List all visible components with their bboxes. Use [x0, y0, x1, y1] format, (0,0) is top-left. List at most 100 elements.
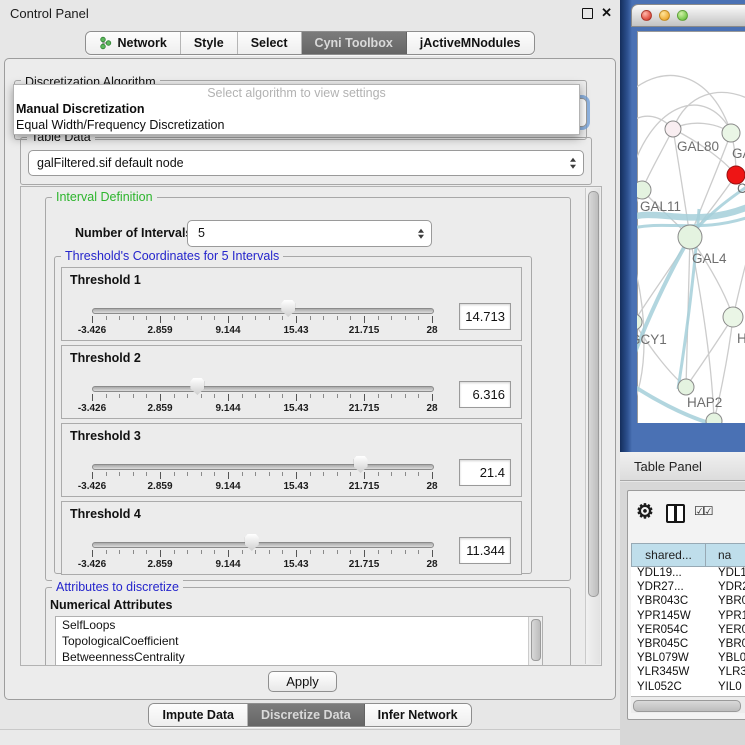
network-window-titlebar[interactable]	[631, 4, 745, 27]
control-panel: Control Panel ✕ Network Style Select Cyn…	[0, 0, 620, 745]
node-label: GAL11	[640, 199, 681, 214]
dropdown-option-manual[interactable]: Manual Discretization	[14, 101, 579, 117]
split-columns-icon[interactable]	[666, 504, 685, 523]
screenshot-root: Control Panel ✕ Network Style Select Cyn…	[0, 0, 745, 745]
tab-cyni-toolbox[interactable]: Cyni Toolbox	[301, 32, 406, 54]
slider-ticks	[92, 394, 433, 402]
slider-tick-labels: -3.4262.8599.14415.4321.71528	[92, 403, 433, 415]
attribute-item[interactable]: BetweennessCentrality	[56, 649, 542, 665]
num-intervals-label: Number of Intervals	[75, 226, 192, 240]
list-scrollbar[interactable]	[528, 617, 542, 666]
table-row[interactable]: YLR345W YLR3	[631, 666, 745, 680]
table-row[interactable]: YER054C YER0	[631, 624, 745, 638]
table-panel-inner: ⚙ ☑☑ shared... na YDL19... YDL1 YDR27...…	[627, 490, 745, 720]
slider-tick-labels: -3.4262.8599.14415.4321.71528	[92, 481, 433, 493]
attributes-group-title: Attributes to discretize	[52, 580, 183, 594]
tab-style[interactable]: Style	[180, 32, 237, 54]
vertical-scrollbar-thumb[interactable]	[588, 191, 599, 597]
threshold-value-field[interactable]	[459, 459, 511, 486]
slider-track[interactable]	[92, 464, 434, 470]
slider-track[interactable]	[92, 386, 434, 392]
network-node[interactable]	[722, 124, 740, 142]
threshold-panel: Threshold 4 -3.4262.8599.14415.4321.7152…	[61, 501, 522, 575]
tab-network[interactable]: Network	[86, 32, 179, 54]
num-intervals-combobox[interactable]: 5	[187, 220, 432, 247]
node-label: HAP2	[687, 395, 722, 410]
table-panel-title: Table Panel	[634, 459, 702, 474]
network-node[interactable]	[637, 314, 642, 330]
column-header-name[interactable]: na	[706, 543, 745, 567]
table-row[interactable]: YDR27... YDR2	[631, 581, 745, 595]
combo-stepper-icon[interactable]	[408, 228, 424, 239]
slider-tick-labels: -3.4262.8599.14415.4321.71528	[92, 559, 433, 571]
threshold-value-field[interactable]	[459, 381, 511, 408]
table-row[interactable]: YBR043C YBR0	[631, 595, 745, 609]
apply-button[interactable]: Apply	[268, 671, 337, 692]
slider-track[interactable]	[92, 542, 434, 548]
network-edge	[637, 75, 729, 127]
network-node[interactable]	[678, 379, 694, 395]
table-panel-header: Table Panel	[620, 452, 745, 481]
network-node[interactable]	[665, 121, 681, 137]
network-node[interactable]	[723, 307, 743, 327]
node-label: GCY1	[637, 332, 667, 347]
tab-jactivemnodules[interactable]: jActiveMNodules	[406, 32, 534, 54]
attribute-item[interactable]: TopologicalCoefficient	[56, 633, 542, 649]
dropdown-option-equal-width[interactable]: Equal Width/Frequency Discretization	[14, 117, 579, 133]
float-window-icon[interactable]	[582, 8, 593, 19]
network-canvas[interactable]: GAL80GACGAL11GAL4GCY1HHAP2	[637, 31, 745, 423]
column-header-shared-name[interactable]: shared...	[631, 543, 706, 567]
slider-thumb[interactable]	[190, 378, 204, 395]
tab-infer-network[interactable]: Infer Network	[364, 704, 471, 726]
tab-impute-data[interactable]: Impute Data	[149, 704, 247, 726]
slider-thumb[interactable]	[245, 534, 259, 551]
network-node[interactable]	[678, 225, 702, 249]
algorithm-dropdown-popup: Select algorithm to view settings Manual…	[13, 84, 580, 135]
network-node[interactable]	[637, 181, 651, 199]
desktop-background: GAL80GACGAL11GAL4GCY1HHAP2	[620, 0, 745, 452]
table-data-combobox[interactable]: galFiltered.sif default node	[28, 150, 584, 176]
node-label: C	[737, 181, 745, 196]
threshold-label: Threshold 1	[70, 273, 141, 287]
node-label: GAL80	[677, 139, 719, 154]
table-row[interactable]: YBR045C YBR0	[631, 638, 745, 652]
network-window: GAL80GACGAL11GAL4GCY1HHAP2	[631, 4, 745, 452]
tab-select[interactable]: Select	[237, 32, 301, 54]
table-row[interactable]: YPR145W YPR1	[631, 610, 745, 624]
footer-strip	[0, 729, 620, 745]
top-tab-group: Network Style Select Cyni Toolbox jActiv…	[85, 31, 534, 55]
horizontal-scrollbar[interactable]	[631, 696, 745, 713]
table-row[interactable]: YIL052C YIL0	[631, 681, 745, 695]
settings-gear-icon[interactable]: ⚙	[636, 499, 654, 524]
settings-scroll-area: Interval Definition Number of Intervals …	[20, 186, 602, 666]
combo-stepper-icon[interactable]	[570, 158, 576, 169]
vertical-scrollbar[interactable]	[585, 188, 600, 664]
bottom-tab-group: Impute Data Discretize Data Infer Networ…	[148, 703, 471, 727]
slider-thumb[interactable]	[354, 456, 368, 473]
attribute-item[interactable]: SelfLoops	[56, 617, 542, 633]
bottom-tabbar: Impute Data Discretize Data Infer Networ…	[0, 703, 620, 727]
tab-discretize-data[interactable]: Discretize Data	[247, 704, 364, 726]
close-traffic-light-icon[interactable]	[641, 10, 652, 21]
numerical-attributes-list[interactable]: SelfLoopsTopologicalCoefficientBetweenne…	[55, 616, 543, 666]
close-icon[interactable]: ✕	[601, 5, 612, 21]
zoom-traffic-light-icon[interactable]	[677, 10, 688, 21]
thresholds-group: Threshold's Coordinates for 5 Intervals …	[54, 256, 532, 574]
horizontal-scrollbar-thumb[interactable]	[633, 700, 741, 712]
slider-thumb[interactable]	[281, 300, 295, 317]
slider-track[interactable]	[92, 308, 434, 314]
table-row[interactable]: YDL19... YDL1	[631, 567, 745, 581]
threshold-value-field[interactable]	[459, 537, 511, 564]
table-data-value: galFiltered.sif default node	[29, 156, 184, 170]
minimize-traffic-light-icon[interactable]	[659, 10, 670, 21]
node-label: GAL4	[692, 251, 727, 266]
threshold-label: Threshold 2	[70, 351, 141, 365]
numerical-attributes-label: Numerical Attributes	[50, 598, 172, 612]
slider-ticks	[92, 550, 433, 558]
select-columns-icon[interactable]: ☑☑	[694, 504, 712, 518]
threshold-value-field[interactable]	[459, 303, 511, 330]
table-row[interactable]: YBL079W YBL0	[631, 652, 745, 666]
table-panel: ⚙ ☑☑ shared... na YDL19... YDL1 YDR27...…	[620, 482, 745, 745]
network-view[interactable]: GAL80GACGAL11GAL4GCY1HHAP2	[637, 31, 745, 423]
network-node[interactable]	[706, 413, 722, 423]
